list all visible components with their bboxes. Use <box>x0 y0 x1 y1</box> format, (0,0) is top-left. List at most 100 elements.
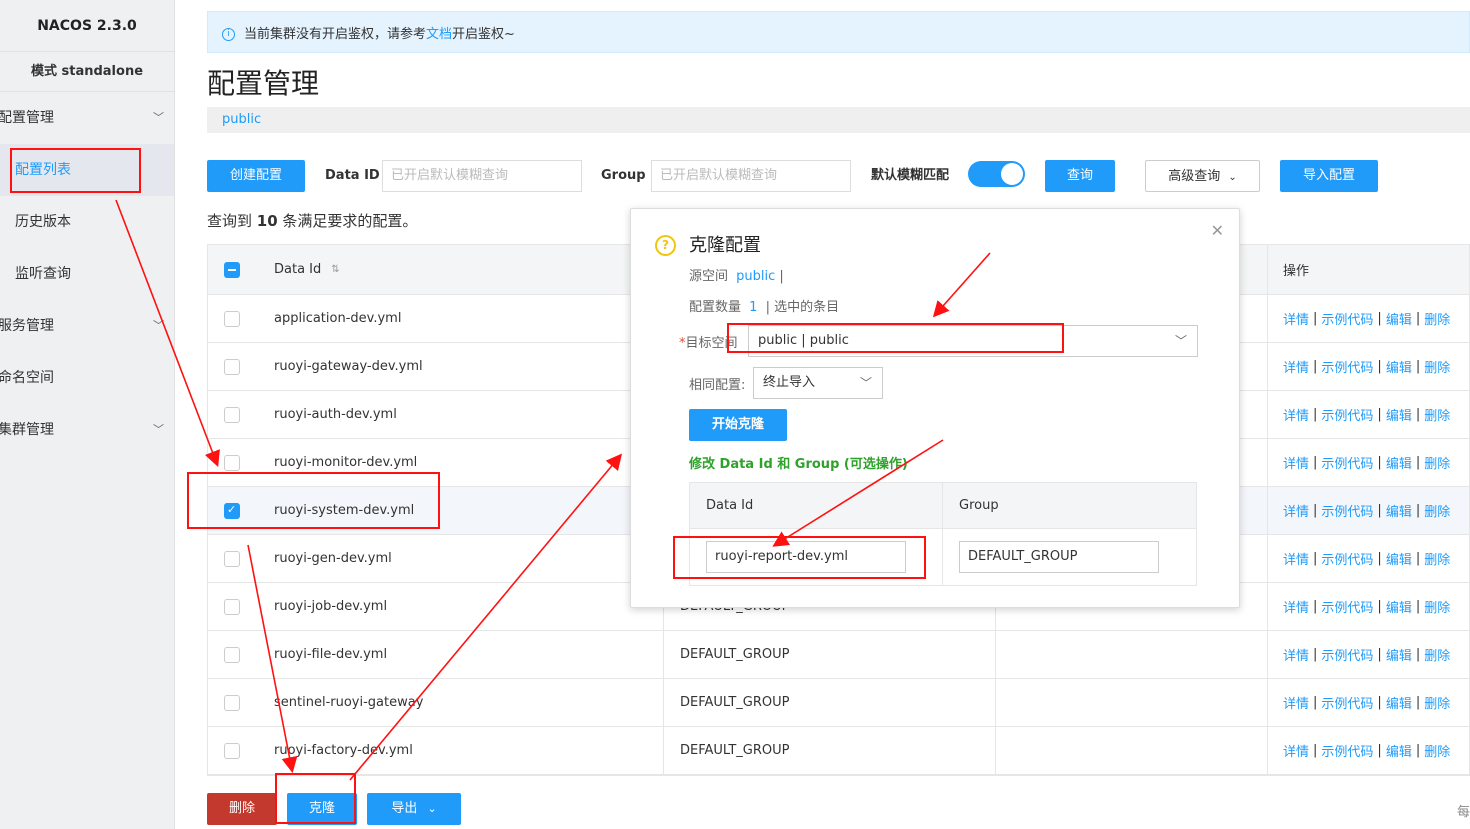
detail-link[interactable]: 详情 <box>1283 549 1309 568</box>
clone-config-dialog: ✕ ? 克隆配置 源空间 public | 配置数量 1 | 选中的条目 *目标… <box>630 208 1240 608</box>
detail-link[interactable]: 详情 <box>1283 741 1309 760</box>
sample-code-link[interactable]: 示例代码 <box>1321 549 1373 568</box>
delete-link[interactable]: 删除 <box>1424 453 1450 472</box>
delete-link[interactable]: 删除 <box>1424 309 1450 328</box>
delete-link[interactable]: 删除 <box>1424 741 1450 760</box>
delete-link[interactable]: 删除 <box>1424 549 1450 568</box>
row-checkbox[interactable] <box>224 535 240 582</box>
close-icon[interactable]: ✕ <box>1211 221 1224 240</box>
row-checkbox[interactable] <box>224 679 240 726</box>
column-divider <box>942 483 943 585</box>
sidebar-item-config-list[interactable]: 配置列表 <box>0 144 174 196</box>
source-namespace-row: 源空间 public | <box>689 265 784 284</box>
sample-code-link[interactable]: 示例代码 <box>1321 741 1373 760</box>
nav-group-cluster[interactable]: 集群管理 ﹀ <box>0 404 174 456</box>
edit-link[interactable]: 编辑 <box>1386 405 1412 424</box>
detail-link[interactable]: 详情 <box>1283 453 1309 472</box>
target-namespace-select[interactable]: public | public ﹀ <box>748 325 1198 357</box>
sample-code-link[interactable]: 示例代码 <box>1321 597 1373 616</box>
namespace-tab[interactable]: public <box>207 107 1470 133</box>
sample-code-link[interactable]: 示例代码 <box>1321 357 1373 376</box>
sample-code-link[interactable]: 示例代码 <box>1321 501 1373 520</box>
row-checkbox[interactable] <box>224 631 240 678</box>
dataid-label: Data ID <box>325 168 380 183</box>
delete-link[interactable]: 删除 <box>1424 405 1450 424</box>
sidebar-item-history[interactable]: 历史版本 <box>0 196 174 248</box>
col-dataid-label: Data Id <box>706 498 754 513</box>
nav-group-config[interactable]: 配置管理 ﹀ <box>0 92 174 144</box>
nav-group-service[interactable]: 服务管理 ﹀ <box>0 300 174 352</box>
delete-link[interactable]: 删除 <box>1424 597 1450 616</box>
nav-group-label: 集群管理 <box>0 422 54 438</box>
row-checkbox[interactable] <box>224 391 240 438</box>
column-divider <box>663 631 664 678</box>
delete-button[interactable]: 删除 <box>207 793 277 825</box>
nav-group-label: 命名空间 <box>0 370 54 386</box>
delete-link[interactable]: 删除 <box>1424 645 1450 664</box>
dataid-search-input[interactable]: 已开启默认模糊查询 <box>382 160 582 192</box>
chevron-down-icon: ⌄ <box>427 802 437 815</box>
edit-link[interactable]: 编辑 <box>1386 645 1412 664</box>
row-dataid: application-dev.yml <box>274 311 402 326</box>
fuzzy-match-toggle[interactable] <box>968 161 1025 187</box>
sidebar-item-listener[interactable]: 监听查询 <box>0 248 174 300</box>
detail-link[interactable]: 详情 <box>1283 405 1309 424</box>
clone-button[interactable]: 克隆 <box>287 793 357 825</box>
sample-code-link[interactable]: 示例代码 <box>1321 309 1373 328</box>
new-group-input[interactable]: DEFAULT_GROUP <box>959 541 1159 573</box>
select-all-checkbox[interactable] <box>224 245 240 294</box>
start-clone-button[interactable]: 开始克隆 <box>689 409 787 441</box>
advanced-query-button[interactable]: 高级查询 ⌄ <box>1145 160 1260 192</box>
nav-group-namespace[interactable]: 命名空间 <box>0 352 174 404</box>
sample-code-link[interactable]: 示例代码 <box>1321 645 1373 664</box>
query-button[interactable]: 查询 <box>1045 160 1115 192</box>
summary-count: 10 <box>256 212 278 230</box>
detail-link[interactable]: 详情 <box>1283 309 1309 328</box>
edit-link[interactable]: 编辑 <box>1386 309 1412 328</box>
column-divider <box>1267 679 1268 726</box>
row-checkbox[interactable] <box>224 439 240 486</box>
row-checkbox[interactable] <box>224 583 240 630</box>
create-config-button[interactable]: 创建配置 <box>207 160 305 192</box>
detail-link[interactable]: 详情 <box>1283 597 1309 616</box>
sample-code-link[interactable]: 示例代码 <box>1321 453 1373 472</box>
modify-table: Data Id Group ruoyi-report-dev.yml DEFAU… <box>689 482 1197 586</box>
new-dataid-input[interactable]: ruoyi-report-dev.yml <box>706 541 906 573</box>
doc-link[interactable]: 文档 <box>426 23 452 42</box>
sort-icon[interactable]: ⇅ <box>331 264 339 275</box>
namespace-label[interactable]: public <box>222 112 261 127</box>
row-checkbox[interactable] <box>224 343 240 390</box>
same-config-policy-select[interactable]: 终止导入 ﹀ <box>753 367 883 399</box>
row-checkbox[interactable] <box>224 487 240 534</box>
sample-code-link[interactable]: 示例代码 <box>1321 693 1373 712</box>
row-dataid: ruoyi-auth-dev.yml <box>274 407 397 422</box>
detail-link[interactable]: 详情 <box>1283 501 1309 520</box>
source-value: public <box>736 269 776 284</box>
row-checkbox[interactable] <box>224 295 240 342</box>
checkbox-icon <box>224 502 240 519</box>
detail-link[interactable]: 详情 <box>1283 357 1309 376</box>
group-search-input[interactable]: 已开启默认模糊查询 <box>651 160 851 192</box>
edit-link[interactable]: 编辑 <box>1386 501 1412 520</box>
row-ops: 详情 | 示例代码 | 编辑 | 删除 <box>1283 549 1451 568</box>
row-checkbox[interactable] <box>224 727 240 774</box>
delete-link[interactable]: 删除 <box>1424 501 1450 520</box>
detail-link[interactable]: 详情 <box>1283 645 1309 664</box>
edit-link[interactable]: 编辑 <box>1386 741 1412 760</box>
group-label: Group <box>601 168 646 183</box>
row-ops: 详情 | 示例代码 | 编辑 | 删除 <box>1283 405 1451 424</box>
checkbox-icon <box>224 646 240 663</box>
delete-link[interactable]: 删除 <box>1424 693 1450 712</box>
import-config-button[interactable]: 导入配置 <box>1280 160 1378 192</box>
edit-link[interactable]: 编辑 <box>1386 357 1412 376</box>
edit-link[interactable]: 编辑 <box>1386 453 1412 472</box>
col-header-dataid[interactable]: Data Id ⇅ <box>274 245 340 294</box>
row-dataid: ruoyi-factory-dev.yml <box>274 743 413 758</box>
edit-link[interactable]: 编辑 <box>1386 549 1412 568</box>
edit-link[interactable]: 编辑 <box>1386 597 1412 616</box>
sample-code-link[interactable]: 示例代码 <box>1321 405 1373 424</box>
delete-link[interactable]: 删除 <box>1424 357 1450 376</box>
edit-link[interactable]: 编辑 <box>1386 693 1412 712</box>
detail-link[interactable]: 详情 <box>1283 693 1309 712</box>
export-button[interactable]: 导出 ⌄ <box>367 793 461 825</box>
